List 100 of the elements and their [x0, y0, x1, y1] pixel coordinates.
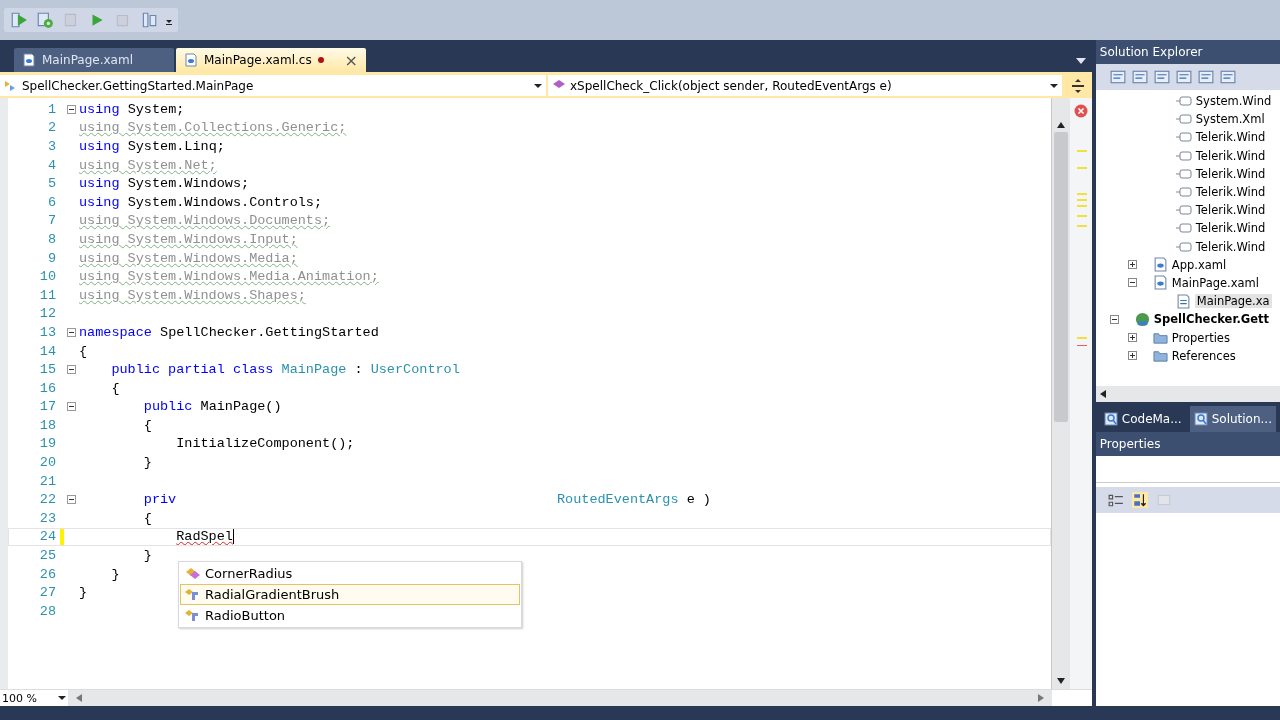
toolbar-icon[interactable] [1175, 69, 1192, 85]
line-number: 16 [38, 380, 56, 396]
panel-tab[interactable]: Solution... [1189, 406, 1276, 432]
tree-item[interactable]: System.Xml [1195, 112, 1265, 127]
toolbar-icon[interactable] [1197, 69, 1214, 85]
document-tab[interactable]: MainPage.xaml.cs × [176, 48, 366, 72]
line-number: 4 [46, 157, 56, 173]
scroll-left-icon[interactable] [1099, 390, 1106, 398]
completion-item[interactable]: RadialGradientBrush [180, 584, 520, 605]
reference-icon [1175, 222, 1192, 235]
code-token: } [143, 455, 152, 471]
expander-icon[interactable] [1127, 278, 1137, 288]
code-token: e ) [686, 492, 711, 508]
tab-label: MainPage.xaml [42, 53, 133, 67]
tree-item[interactable]: SpellChecker.Gett [1153, 312, 1269, 327]
horizontal-scrollbar[interactable] [1095, 386, 1280, 402]
line-number: 5 [46, 176, 56, 192]
xaml-file-icon [1152, 275, 1168, 291]
toolbar-icon[interactable] [1153, 69, 1170, 85]
tree-item[interactable]: App.xaml [1171, 257, 1227, 272]
code-token: namespace [79, 324, 152, 340]
line-number: 22 [38, 492, 56, 508]
horizontal-scrollbar[interactable] [68, 690, 1052, 706]
code-token: System.Linq; [127, 139, 225, 154]
file-icon [184, 53, 198, 67]
reference-icon [1175, 204, 1192, 217]
toolbar-icon[interactable] [1109, 69, 1126, 85]
code-token: MainPage [281, 362, 347, 378]
collapse-icon[interactable] [67, 327, 76, 337]
split-icon[interactable] [1071, 78, 1084, 93]
sort-icon[interactable] [1131, 492, 1148, 508]
folder-icon [1152, 348, 1168, 364]
line-number: 26 [38, 566, 56, 582]
tree-item[interactable]: System.Wind [1195, 94, 1272, 109]
line-number: 17 [38, 399, 56, 415]
code-token: using System.Windows.Documents; [79, 213, 331, 229]
line-number: 11 [38, 287, 56, 303]
line-number: 9 [46, 250, 56, 266]
tree-item[interactable]: Properties [1171, 330, 1230, 345]
expander-icon[interactable] [1109, 314, 1119, 324]
toolbar-icon[interactable] [1219, 69, 1236, 85]
tree-item[interactable]: Telerik.Wind [1195, 239, 1266, 254]
dropdown-icon[interactable] [1075, 58, 1086, 64]
collapse-icon[interactable] [67, 495, 76, 505]
document-tab[interactable]: MainPage.xaml [14, 48, 174, 72]
line-number: 7 [46, 213, 56, 229]
line-number: 28 [38, 603, 56, 619]
tree-item[interactable]: MainPage.xaml [1171, 275, 1259, 290]
expander-icon[interactable] [1127, 333, 1137, 343]
panel-title: Solution Explorer [1095, 40, 1280, 64]
code-file-icon [1175, 293, 1191, 309]
search-icon [1103, 412, 1118, 426]
scroll-right-icon[interactable] [1037, 694, 1044, 702]
line-number: 6 [46, 194, 56, 210]
line-number: 10 [38, 269, 56, 285]
tree-item[interactable]: Telerik.Wind [1195, 221, 1266, 236]
member-dropdown[interactable]: xSpellCheck_Click(object sender, RoutedEventArgs e) [548, 75, 1062, 96]
categorized-icon[interactable] [1107, 492, 1124, 508]
line-number: 15 [38, 362, 56, 378]
tree-item[interactable]: Telerik.Wind [1195, 166, 1266, 181]
panel-tab[interactable]: CodeMa... [1099, 406, 1186, 432]
code-token: RoutedEventArgs [557, 492, 679, 508]
expander-icon[interactable] [1127, 351, 1137, 361]
collapse-icon[interactable] [67, 104, 76, 114]
code-token: } [79, 585, 88, 601]
class-icon [184, 586, 200, 603]
tree-item[interactable]: MainPage.xa [1194, 294, 1272, 309]
vertical-scrollbar[interactable] [1050, 98, 1070, 689]
line-number: 12 [38, 306, 56, 322]
completion-item[interactable]: RadioButton [180, 605, 520, 626]
collapse-icon[interactable] [67, 365, 76, 375]
line-number: 24 [38, 529, 56, 545]
tree-item[interactable]: Telerik.Wind [1195, 203, 1266, 218]
panel-title: Properties [1095, 432, 1280, 456]
close-button[interactable]: × [344, 50, 358, 70]
run-icon[interactable] [10, 11, 28, 29]
reference-icon [1175, 240, 1192, 253]
expander-icon[interactable] [1127, 260, 1137, 270]
collapse-icon[interactable] [67, 402, 76, 412]
tree-item[interactable]: References [1171, 348, 1236, 363]
reference-icon [1175, 95, 1192, 108]
reference-icon [1175, 113, 1192, 126]
scroll-up-icon[interactable] [1056, 122, 1065, 128]
gear-icon[interactable] [36, 11, 54, 29]
scroll-down-icon[interactable] [1056, 678, 1065, 684]
tree-item[interactable]: Telerik.Wind [1195, 148, 1266, 163]
search-icon [1193, 412, 1208, 426]
code-token: using System.Net; [79, 157, 217, 173]
code-token: using System.Windows.Media; [79, 250, 298, 266]
tree-item[interactable]: Telerik.Wind [1195, 185, 1266, 200]
reference-icon [1175, 131, 1192, 144]
toolbar-icon[interactable] [1131, 69, 1148, 85]
code-token: { [79, 343, 88, 359]
error-icon[interactable] [1073, 104, 1088, 118]
code-token: RadSpel [176, 529, 233, 545]
completion-item[interactable]: CornerRadius [180, 563, 520, 584]
code-token: { [143, 510, 152, 526]
type-dropdown[interactable]: SpellChecker.GettingStarted.MainPage [0, 75, 546, 96]
tree-item[interactable]: Telerik.Wind [1195, 130, 1266, 145]
reference-icon [1175, 167, 1192, 180]
